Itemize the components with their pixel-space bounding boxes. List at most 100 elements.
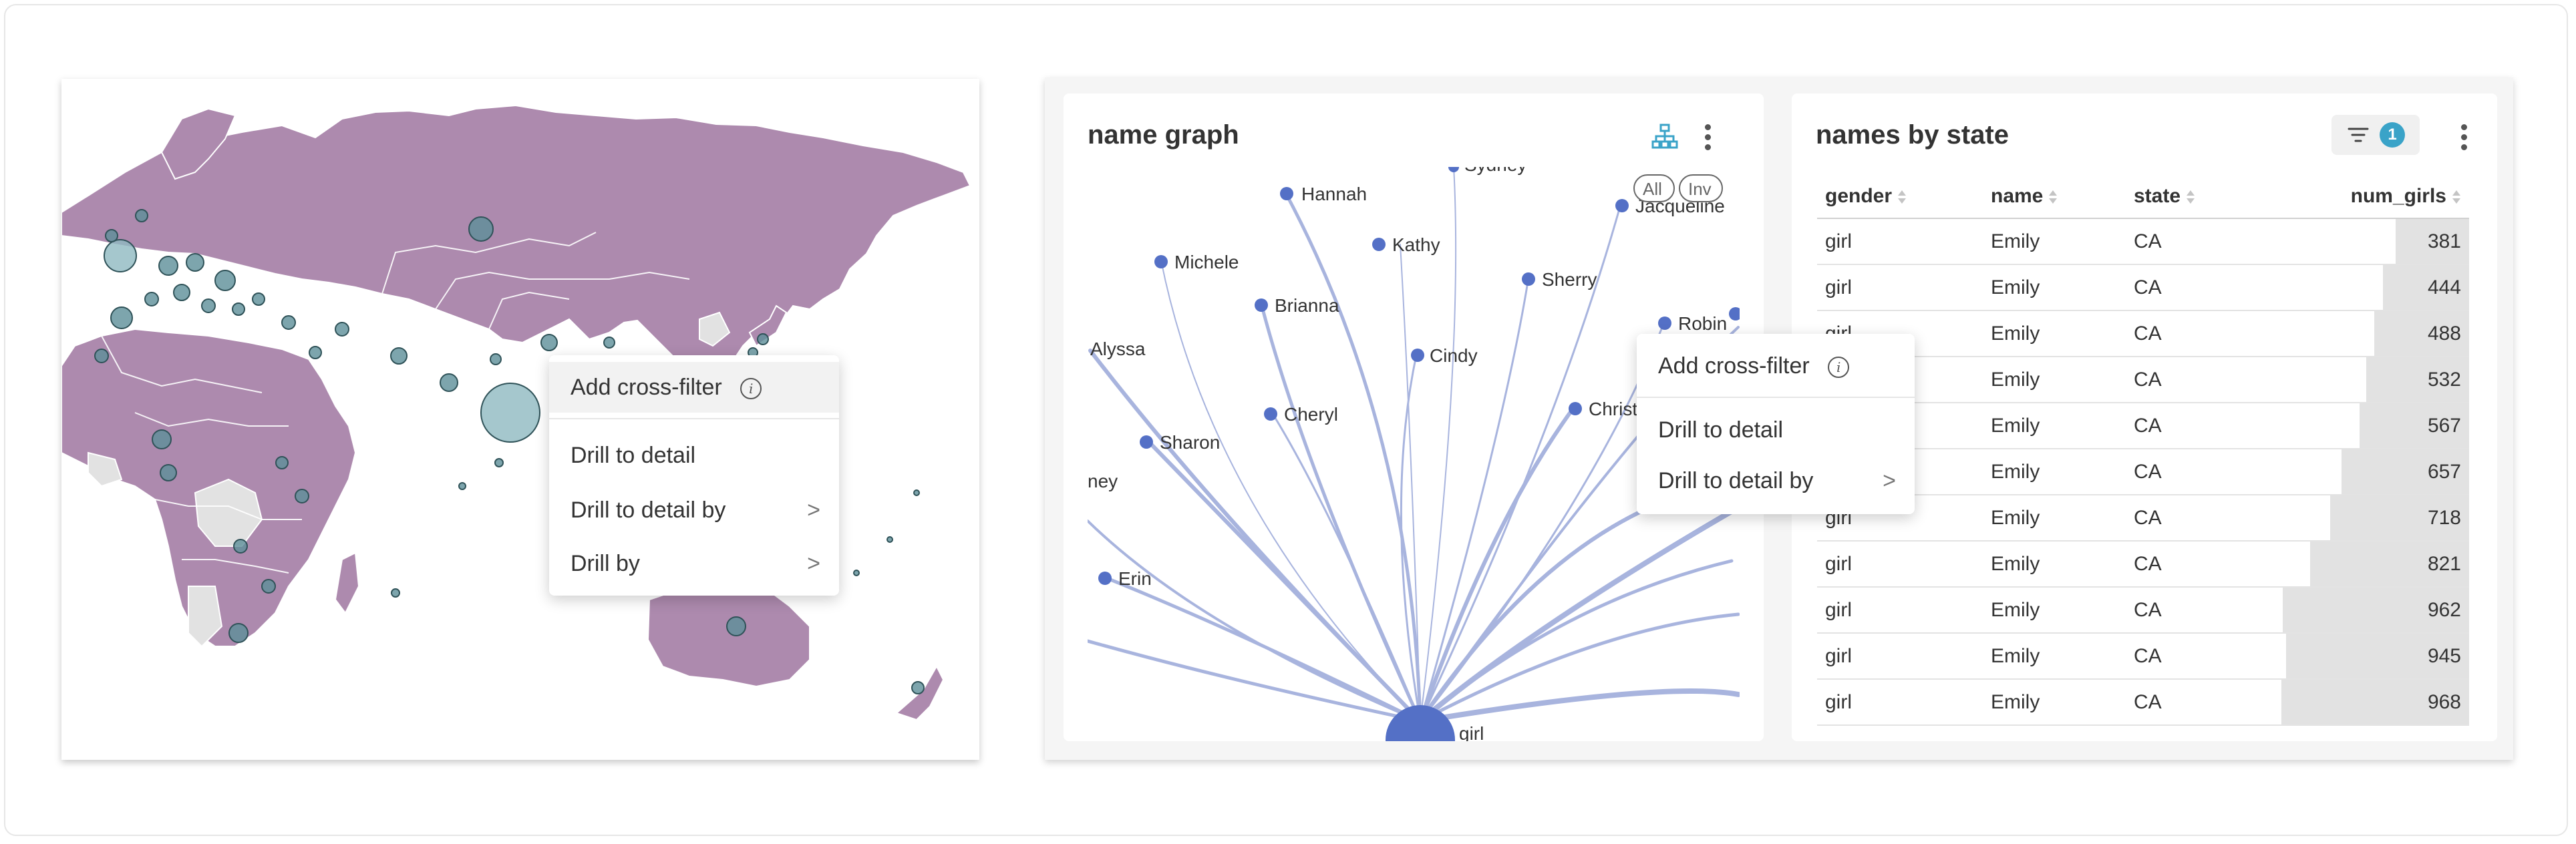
table-row[interactable]: girlEmilyCA532	[1817, 357, 2469, 403]
table-row[interactable]: girl Emily CA 718	[1817, 495, 2469, 542]
graph-node[interactable]	[1411, 349, 1424, 362]
cell-state: CA	[2134, 553, 2162, 575]
menu-separator	[1637, 397, 1915, 398]
bubble[interactable]	[94, 349, 109, 363]
bubble[interactable]	[480, 383, 540, 443]
graph-node[interactable]	[1448, 162, 1459, 172]
bubble[interactable]	[440, 373, 458, 392]
bubble[interactable]	[105, 229, 118, 242]
table-row[interactable]: girlEmilyCA488	[1817, 311, 2469, 357]
bubble[interactable]	[458, 482, 466, 490]
graph-node[interactable]	[1255, 298, 1268, 312]
table-row[interactable]: girl Emily CA 968	[1817, 680, 2469, 726]
column-header-state[interactable]: state	[2134, 175, 2195, 218]
sort-icon	[2048, 190, 2058, 204]
bubble[interactable]	[757, 333, 769, 345]
cell-state: CA	[2134, 461, 2162, 483]
bubble[interactable]	[144, 292, 159, 306]
table-row[interactable]: girl Emily CA 381	[1817, 219, 2469, 265]
bubble[interactable]	[110, 306, 133, 329]
bubble[interactable]	[726, 616, 746, 636]
table-header: gender name state num_girls	[1817, 175, 2469, 219]
menu-drill-by[interactable]: Drill by >	[549, 538, 839, 589]
menu-drill-to-detail-by[interactable]: Drill to detail by >	[549, 485, 839, 536]
menu-add-cross-filter[interactable]: Add cross-filter i	[1637, 341, 1915, 391]
graph-node[interactable]	[1280, 187, 1293, 200]
bubble[interactable]	[252, 292, 265, 306]
filter-indicator-button[interactable]: 1	[2331, 115, 2420, 155]
more-options-icon[interactable]	[2460, 124, 2468, 151]
graph-node[interactable]	[1729, 307, 1742, 321]
bubble[interactable]	[232, 302, 245, 316]
bubble[interactable]	[295, 489, 309, 503]
table-row[interactable]: girlEmilyCA567	[1817, 403, 2469, 449]
graph-node[interactable]	[1615, 199, 1629, 212]
data-table: gender name state num_girls girl Emily CA 3…	[1817, 175, 2469, 726]
bubble[interactable]	[490, 353, 502, 365]
graph-node[interactable]	[1098, 572, 1112, 585]
cell-name: Emily	[1991, 323, 2040, 345]
bubble[interactable]	[309, 346, 322, 359]
bubble[interactable]	[228, 623, 249, 643]
bubble[interactable]	[160, 464, 177, 481]
bubble[interactable]	[135, 209, 148, 222]
land-madagascar	[334, 552, 360, 614]
menu-drill-to-detail[interactable]: Drill to detail	[549, 430, 839, 481]
table-row[interactable]: girlEmilyCA657	[1817, 449, 2469, 495]
bubble[interactable]	[911, 681, 925, 694]
world-map-svg[interactable]	[61, 79, 979, 760]
graph-node[interactable]	[1372, 238, 1386, 251]
bubble[interactable]	[233, 539, 248, 554]
bubble[interactable]	[494, 458, 504, 467]
graph-node[interactable]	[1154, 255, 1168, 268]
info-icon: i	[740, 378, 762, 400]
toggle-inv-label: Inv	[1688, 179, 1712, 199]
cell-gender: girl	[1825, 599, 1853, 621]
bubble[interactable]	[186, 253, 204, 272]
table-row[interactable]: girl Emily CA 962	[1817, 588, 2469, 634]
bubble[interactable]	[540, 334, 558, 351]
bubble[interactable]	[104, 239, 137, 272]
cell-num-girls: 488	[2427, 323, 2461, 345]
cell-state: CA	[2134, 691, 2162, 713]
bubble[interactable]	[335, 322, 349, 337]
column-header-gender[interactable]: gender	[1825, 175, 1907, 218]
world-map-chart[interactable]	[61, 79, 979, 760]
node-label: Robin	[1678, 313, 1727, 334]
column-header-name[interactable]: name	[1991, 175, 2058, 218]
menu-drill-to-detail[interactable]: Drill to detail	[1637, 405, 1915, 455]
bubble[interactable]	[281, 315, 296, 330]
bubble[interactable]	[214, 270, 236, 291]
table-row[interactable]: girl Emily CA 821	[1817, 542, 2469, 588]
graph-node[interactable]	[1522, 272, 1535, 286]
menu-drill-to-detail-by[interactable]: Drill to detail by >	[1637, 455, 1915, 506]
bubble[interactable]	[887, 536, 893, 543]
bubble[interactable]	[201, 298, 216, 313]
toggle-all-label: All	[1643, 179, 1662, 199]
bubble[interactable]	[603, 337, 615, 349]
menu-separator	[549, 418, 839, 419]
menu-add-cross-filter[interactable]: Add cross-filter i	[549, 362, 839, 413]
bubble[interactable]	[391, 588, 400, 598]
bubble[interactable]	[261, 579, 276, 594]
graph-node[interactable]	[1264, 407, 1277, 421]
graph-node[interactable]	[1658, 316, 1671, 330]
graph-node[interactable]	[1140, 435, 1153, 449]
table-row[interactable]: girl Emily CA 444	[1817, 265, 2469, 311]
column-header-num-girls[interactable]: num_girls	[2351, 175, 2461, 218]
cell-num-girls: 657	[2427, 461, 2461, 483]
map-context-menu: Add cross-filter i Drill to detail Drill…	[549, 355, 839, 596]
bubble[interactable]	[152, 429, 172, 449]
cell-name: Emily	[1991, 691, 2040, 713]
cell-num-girls: 444	[2427, 276, 2461, 298]
cell-num-girls: 381	[2427, 230, 2461, 252]
bubble[interactable]	[173, 284, 190, 301]
bubble[interactable]	[275, 456, 289, 469]
bubble[interactable]	[158, 256, 178, 276]
bubble[interactable]	[468, 216, 494, 242]
bubble[interactable]	[853, 570, 860, 576]
graph-node[interactable]	[1569, 402, 1582, 415]
table-row[interactable]: girl Emily CA 945	[1817, 634, 2469, 680]
bubble[interactable]	[390, 347, 408, 365]
bubble[interactable]	[913, 489, 920, 496]
